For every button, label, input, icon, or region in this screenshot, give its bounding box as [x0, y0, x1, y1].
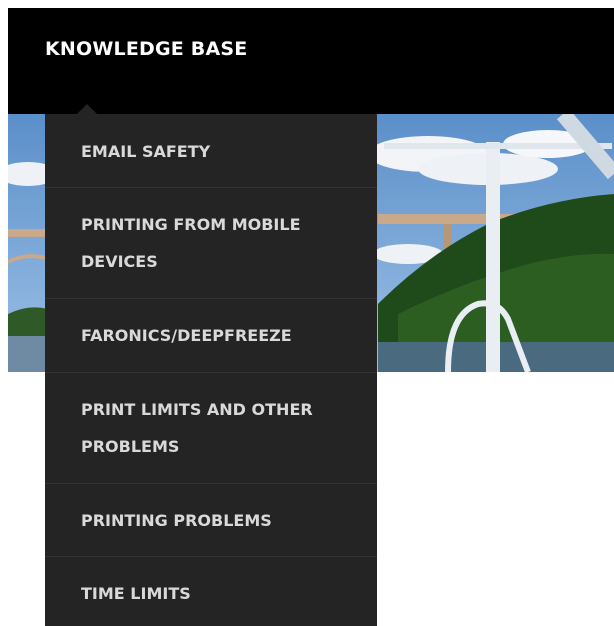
menu-item-faronics-deepfreeze[interactable]: FARONICS/DEEPFREEZE [45, 317, 377, 354]
page: KNOWLEDGE BASE EMAIL SAFETY PRINTING FRO… [0, 0, 614, 626]
dropdown-caret [77, 104, 97, 114]
menu-item-printing-problems[interactable]: PRINTING PROBLEMS [45, 502, 377, 539]
knowledge-base-dropdown: EMAIL SAFETY PRINTING FROM MOBILE DEVICE… [45, 114, 377, 626]
nav-item-knowledge-base[interactable]: KNOWLEDGE BASE [45, 38, 247, 60]
menu-item-printing-from-mobile-devices[interactable]: PRINTING FROM MOBILE DEVICES [45, 206, 377, 280]
menu-divider [45, 298, 377, 299]
menu-divider [45, 483, 377, 484]
menu-divider [45, 372, 377, 373]
top-navbar: KNOWLEDGE BASE [8, 8, 614, 114]
menu-item-email-safety[interactable]: EMAIL SAFETY [45, 133, 377, 170]
menu-divider [45, 187, 377, 188]
menu-item-print-limits-and-other-problems[interactable]: PRINT LIMITS AND OTHER PROBLEMS [45, 391, 377, 465]
menu-item-time-limits[interactable]: TIME LIMITS [45, 575, 377, 612]
menu-divider [45, 556, 377, 557]
